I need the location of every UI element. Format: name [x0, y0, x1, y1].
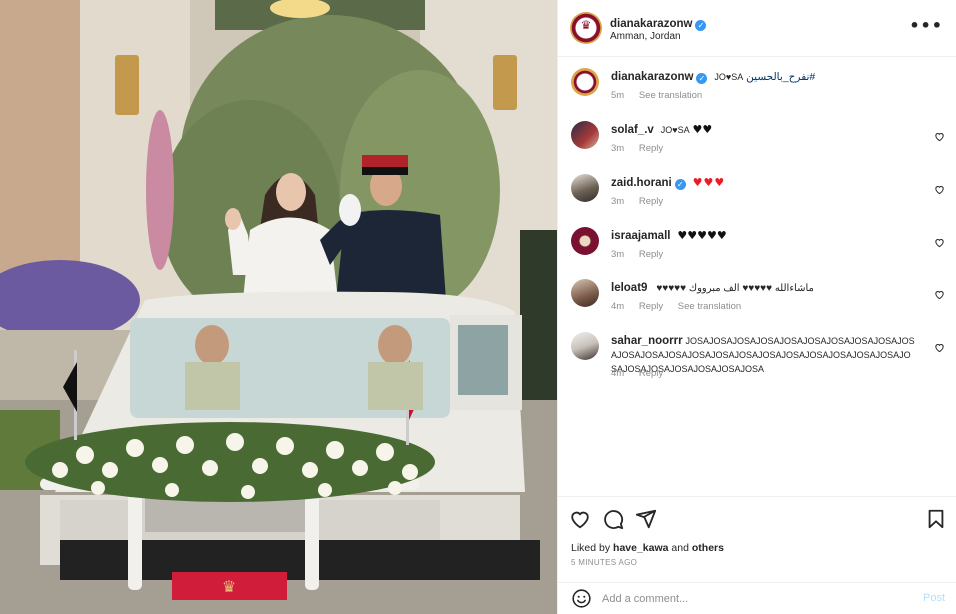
reply-button[interactable]: Reply	[639, 301, 663, 312]
comment-text: JO♥SA	[660, 125, 690, 135]
comment-time: 3m	[611, 196, 625, 207]
comment-body: israajamall ♥♥♥♥♥	[611, 229, 921, 243]
svg-text:♛: ♛	[222, 577, 236, 596]
like-comment-heart-icon[interactable]	[934, 289, 945, 300]
comment-hearts: ♥♥♥♥♥	[677, 229, 727, 242]
comment-row: zaid.horani ✓ ♥♥♥ 3m Reply	[558, 174, 956, 219]
commenter-avatar[interactable]	[571, 227, 599, 255]
comment-row: sahar_noorrr JOSAJOSAJOSAJOSAJOSAJOSAJOS…	[558, 332, 956, 392]
like-comment-heart-icon[interactable]	[934, 342, 945, 353]
caption: dianakarazonw ✓ JO♥SA #نفرح_بالحسين 5m Se…	[558, 68, 956, 113]
comment-time: 4m	[611, 368, 625, 379]
like-comment-heart-icon[interactable]	[934, 184, 945, 195]
author-avatar[interactable]	[570, 12, 602, 44]
comment-body: leloat9 ماشاءالله ♥♥♥♥♥ الف مبرووك ♥♥♥♥♥	[611, 281, 921, 296]
caption-avatar[interactable]	[571, 68, 599, 96]
comment-time: 3m	[611, 143, 625, 154]
commenter-username[interactable]: israajamall	[611, 230, 670, 242]
post-location[interactable]: Amman, Jordan	[610, 31, 681, 42]
liked-by-username[interactable]: have_kawa	[613, 542, 668, 554]
comment-row: leloat9 ماشاءالله ♥♥♥♥♥ الف مبرووك ♥♥♥♥♥…	[558, 279, 956, 324]
commenter-avatar[interactable]	[571, 174, 599, 202]
post-photo[interactable]: ♛	[0, 0, 557, 614]
wedding-photo-illustration: ♛	[0, 0, 557, 614]
post-detail-panel: dianakarazonw✓ Amman, Jordan ••• dianaka…	[557, 0, 956, 614]
more-options-icon[interactable]: •••	[909, 16, 943, 35]
author-name-row: dianakarazonw ✓	[610, 14, 707, 32]
verified-badge-icon: ✓	[674, 179, 686, 190]
caption-username[interactable]: dianakarazonw	[611, 71, 693, 83]
comment-row: solaf_.v JO♥SA ♥♥ 3m Reply	[558, 121, 956, 166]
post-timestamp[interactable]: 5 MINUTES AGO	[571, 558, 637, 567]
comment-time: 4m	[611, 301, 625, 312]
commenter-username[interactable]: zaid.horani	[611, 177, 672, 189]
comment-body: solaf_.v JO♥SA ♥♥	[611, 123, 921, 137]
comment-meta: 3m Reply	[611, 249, 675, 260]
liked-by-others-link[interactable]: others	[692, 542, 724, 554]
liked-by-text: Liked by have_kawa and others	[571, 542, 724, 554]
commenter-avatar[interactable]	[571, 332, 599, 360]
comment-time: 3m	[611, 249, 625, 260]
caption-body: dianakarazonw ✓ JO♥SA #نفرح_بالحسين	[611, 70, 921, 84]
commenter-username[interactable]: solaf_.v	[611, 124, 654, 136]
comment-row: israajamall ♥♥♥♥♥ 3m Reply	[558, 227, 956, 272]
comment-meta: 4m Reply	[611, 368, 675, 379]
reply-button[interactable]: Reply	[639, 143, 663, 154]
caption-text: JO♥SA	[714, 72, 744, 82]
see-translation-link[interactable]: See translation	[678, 301, 741, 312]
comment-meta: 3m Reply	[611, 196, 675, 207]
liked-by-and: and	[671, 542, 689, 554]
caption-see-translation[interactable]: See translation	[639, 90, 702, 101]
commenter-avatar[interactable]	[571, 121, 599, 149]
post-comment-button[interactable]: Post	[923, 592, 945, 604]
verified-badge-icon: ✓	[696, 73, 708, 84]
reply-button[interactable]: Reply	[639, 368, 663, 379]
reply-button[interactable]: Reply	[639, 196, 663, 207]
comment-meta: 4m Reply See translation	[611, 301, 753, 312]
comment-bubble-icon[interactable]	[602, 508, 624, 530]
comment-meta: 3m Reply	[611, 143, 675, 154]
caption-time: 5m	[611, 90, 625, 101]
liked-by-prefix: Liked by	[571, 542, 611, 554]
caption-hashtag[interactable]: #نفرح_بالحسين	[746, 71, 815, 83]
post-header: dianakarazonw✓ Amman, Jordan •••	[558, 0, 956, 57]
like-comment-heart-icon[interactable]	[934, 131, 945, 142]
reply-button[interactable]: Reply	[639, 249, 663, 260]
like-heart-icon[interactable]	[569, 508, 591, 530]
comment-hearts: ♥♥	[692, 123, 713, 136]
save-bookmark-icon[interactable]	[925, 508, 947, 530]
post-actions: Liked by have_kawa and others 5 MINUTES …	[558, 496, 956, 576]
add-comment-input[interactable]	[602, 589, 902, 609]
caption-meta: 5m See translation	[611, 90, 714, 101]
comment-text: ماشاءالله ♥♥♥♥♥ الف مبرووك ♥♥♥♥♥	[656, 283, 814, 294]
comment-composer: Post	[558, 582, 956, 614]
author-username[interactable]: dianakarazonw	[610, 18, 692, 30]
comment-hearts: ♥♥♥	[692, 176, 726, 189]
like-comment-heart-icon[interactable]	[934, 237, 945, 248]
commenter-username[interactable]: sahar_noorrr	[611, 335, 683, 347]
comments-list[interactable]: dianakarazonw ✓ JO♥SA #نفرح_بالحسين 5m Se…	[558, 58, 956, 495]
comment-body: zaid.horani ✓ ♥♥♥	[611, 176, 921, 190]
commenter-avatar[interactable]	[571, 279, 599, 307]
share-send-icon[interactable]	[635, 508, 657, 530]
emoji-icon[interactable]	[571, 588, 592, 609]
verified-badge-icon: ✓	[695, 20, 707, 31]
commenter-username[interactable]: leloat9	[611, 282, 647, 294]
